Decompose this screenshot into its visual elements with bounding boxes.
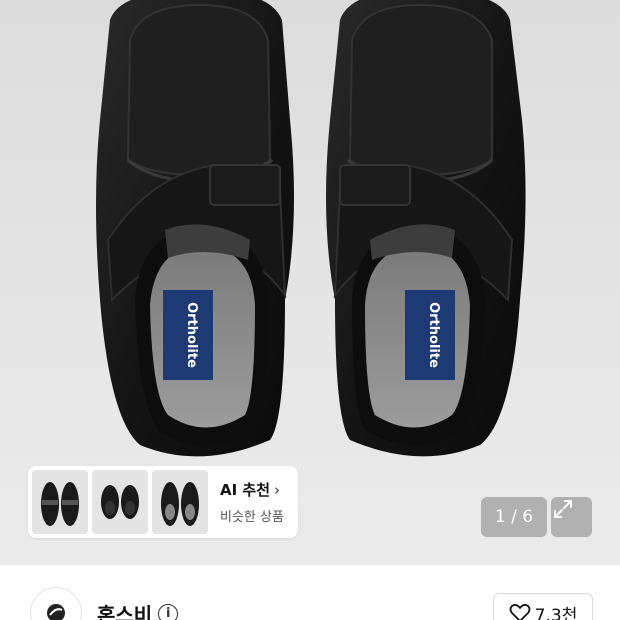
ai-recommend-subtitle: 비슷한 상품	[220, 510, 284, 525]
expand-icon	[554, 500, 572, 518]
chevron-right-icon: ›	[274, 480, 281, 499]
info-icon[interactable]: i	[158, 603, 179, 620]
left-shoe: Ortholite	[96, 0, 294, 457]
like-button[interactable]: 7.3천	[493, 593, 593, 620]
product-page: Ortholite Ortholite AI 추천 › 비슷한 상품 1 / 6…	[0, 0, 620, 620]
seller-bar: 혼스비 i 7.3천	[0, 565, 620, 620]
seller-logo-icon	[47, 604, 65, 620]
image-counter: 1 / 6	[481, 497, 547, 537]
heart-icon	[509, 603, 531, 620]
recommend-thumbnail-3[interactable]	[152, 470, 208, 534]
like-count: 7.3천	[534, 605, 578, 620]
expand-button[interactable]	[551, 497, 592, 537]
ai-recommend-title[interactable]: AI 추천 ›	[220, 479, 284, 500]
seller-name: 혼스비	[97, 603, 153, 620]
seller-avatar[interactable]	[30, 587, 82, 620]
seller-name-row[interactable]: 혼스비 i	[97, 599, 179, 620]
ai-recommend-text[interactable]: AI 추천 › 비슷한 상품	[212, 479, 284, 526]
ai-recommend-card[interactable]: AI 추천 › 비슷한 상품	[28, 466, 298, 538]
right-shoe: Ortholite	[326, 0, 526, 457]
recommend-thumbnail-2[interactable]	[92, 470, 148, 534]
recommend-thumbnail-1[interactable]	[32, 470, 88, 534]
svg-text:Ortholite: Ortholite	[426, 302, 441, 368]
product-image[interactable]: Ortholite Ortholite AI 추천 › 비슷한 상품 1 / 6	[0, 0, 620, 565]
svg-text:Ortholite: Ortholite	[184, 302, 199, 368]
